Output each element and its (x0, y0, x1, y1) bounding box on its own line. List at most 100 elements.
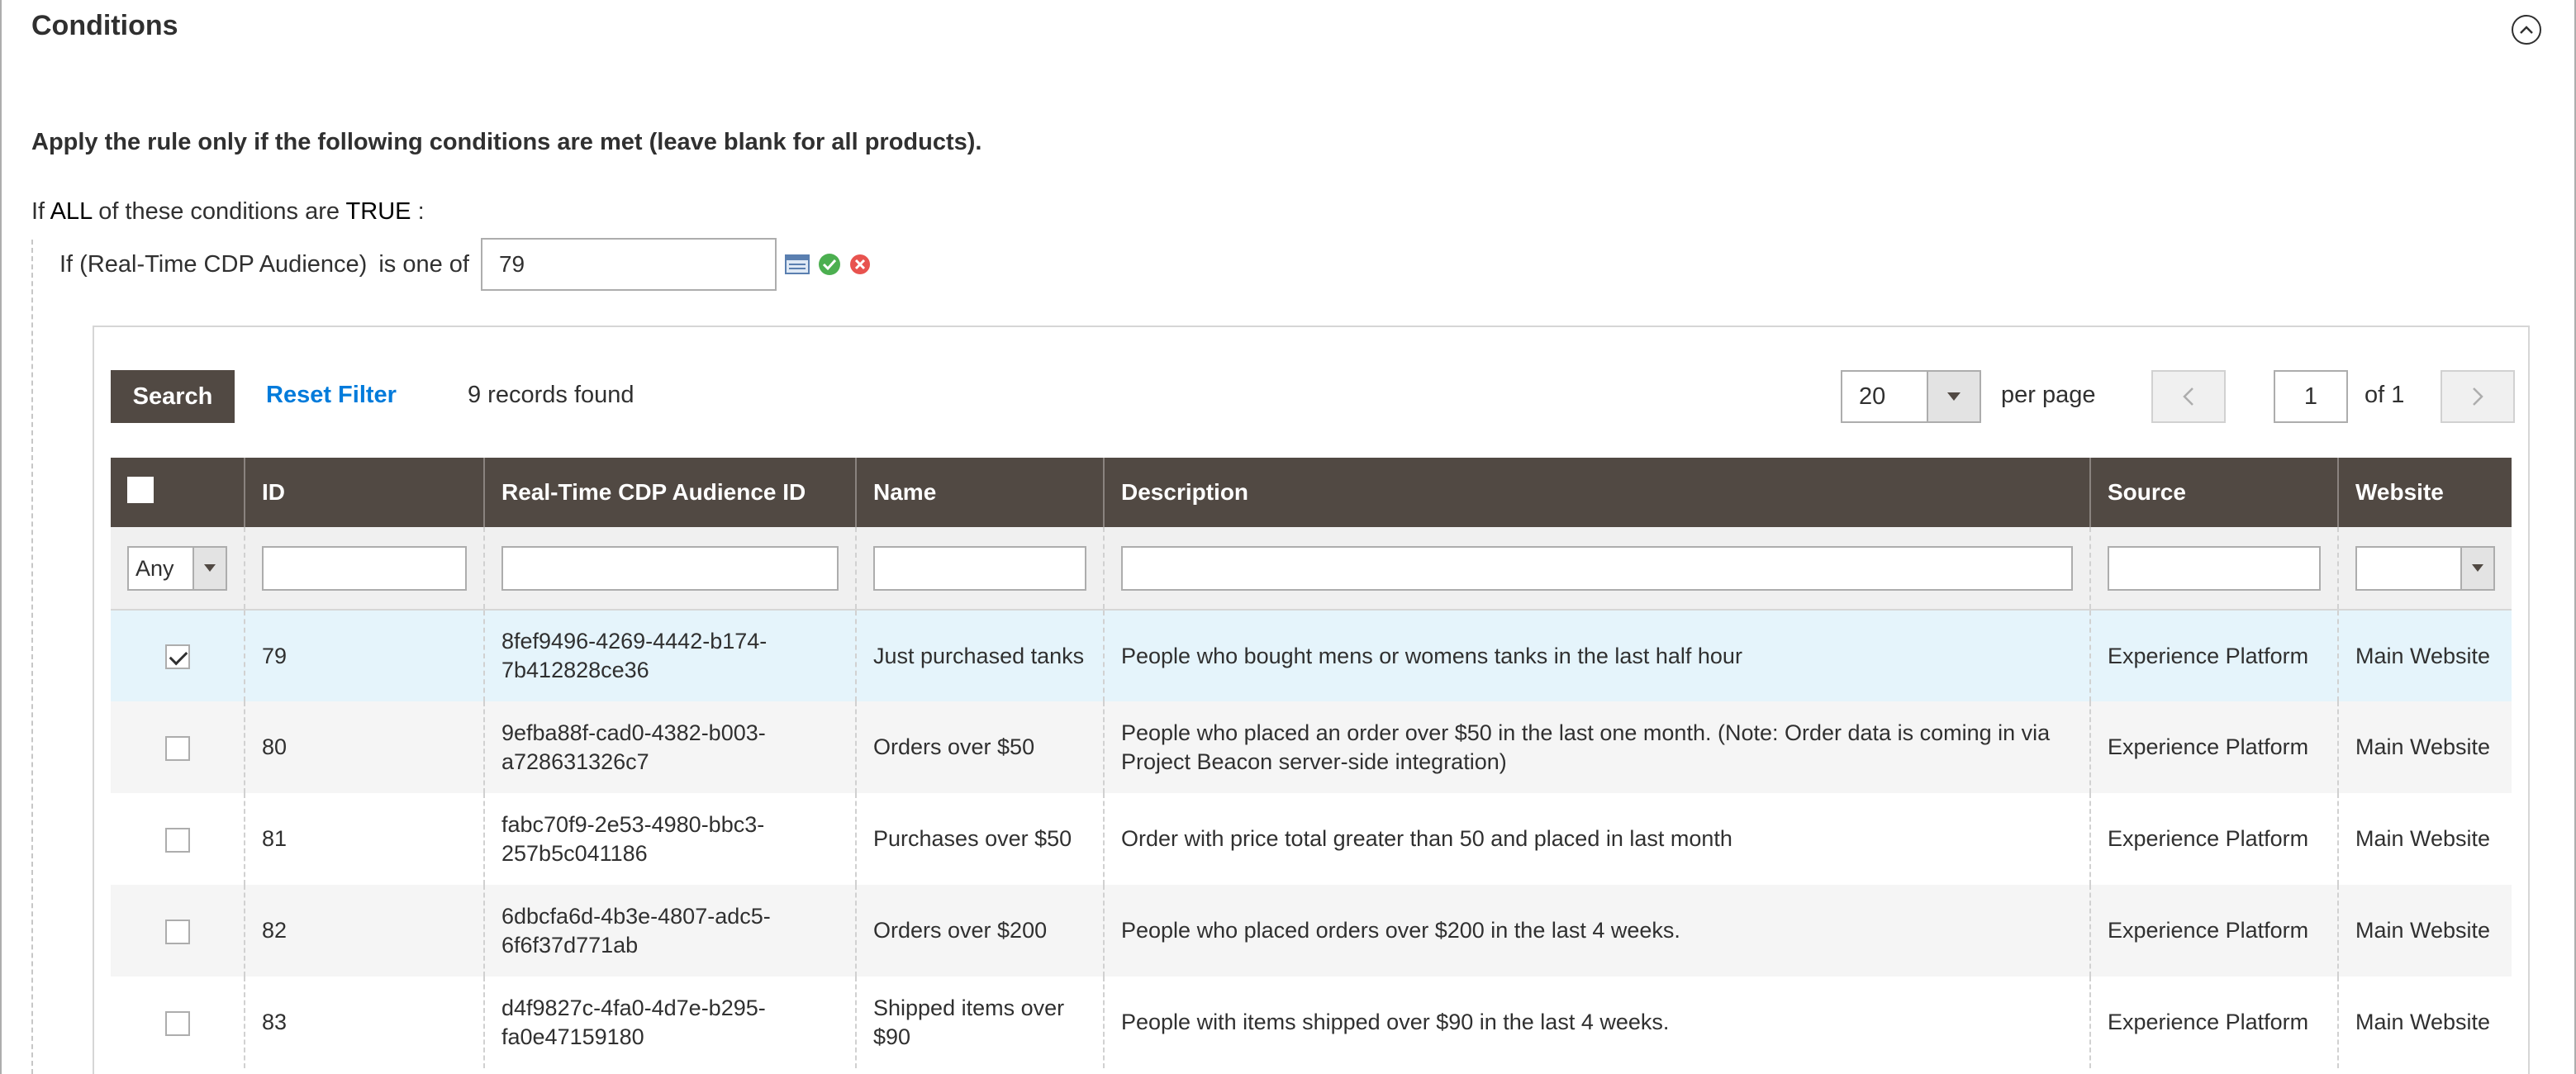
cell-audience-id: 9efba88f-cad0-4382-b003-a728631326c7 (483, 701, 856, 793)
row-checkbox[interactable] (164, 827, 190, 853)
apply-check-icon[interactable] (818, 253, 841, 276)
rule-actions (784, 253, 871, 276)
grid-filter-row: Any (111, 527, 2512, 611)
table-row[interactable]: 82 6dbcfa6d-4b3e-4807-adc5-6f6f37d771ab … (111, 885, 2512, 977)
dropdown-arrow-icon (192, 547, 226, 589)
row-checkbox[interactable] (164, 735, 190, 761)
cell-audience-id: 6dbcfa6d-4b3e-4807-adc5-6f6f37d771ab (483, 885, 856, 977)
description-filter-input[interactable] (1121, 545, 2073, 591)
in-grid-filter-value: Any (135, 555, 174, 581)
chevron-right-icon (2473, 387, 2483, 406)
header-website[interactable]: Website (2337, 458, 2512, 527)
cell-id: 80 (244, 701, 484, 793)
condition-prefix: If (31, 198, 45, 225)
cell-id: 81 (244, 793, 484, 885)
row-select-cell (111, 885, 245, 977)
cell-name: Shipped items over $90 (855, 977, 1104, 1068)
cell-id: 83 (244, 977, 484, 1068)
grid-header-row: ID Real-Time CDP Audience ID Name Descri… (111, 458, 2512, 527)
cell-audience-id: d4f9827c-4fa0-4d7e-b295-fa0e47159180 (483, 977, 856, 1068)
page-total-label: of 1 (2365, 382, 2405, 408)
filter-id-cell (244, 527, 484, 611)
table-row[interactable]: 83 d4f9827c-4fa0-4d7e-b295-fa0e47159180 … (111, 977, 2512, 1068)
filter-source-cell (2089, 527, 2338, 611)
cell-source: Experience Platform (2089, 793, 2338, 885)
cell-source: Experience Platform (2089, 610, 2338, 701)
cell-name: Just purchased tanks (855, 610, 1104, 701)
cell-website: Main Website (2337, 885, 2512, 977)
row-checkbox[interactable] (164, 644, 190, 670)
condition-aggregator-line: If ALL of these conditions are TRUE : (31, 198, 425, 226)
row-select-cell (111, 793, 245, 885)
cell-website: Main Website (2337, 793, 2512, 885)
cell-description: People who placed orders over $200 in th… (1103, 885, 2090, 977)
per-page-label: per page (2001, 382, 2096, 408)
in-grid-filter-select[interactable]: Any (127, 545, 227, 591)
row-select-cell (111, 977, 245, 1068)
aggregator-value-selector[interactable]: TRUE (346, 198, 411, 225)
filter-website-cell (2337, 527, 2512, 611)
audience-id-filter-input[interactable] (501, 545, 839, 591)
reset-filter-link[interactable]: Reset Filter (266, 382, 397, 409)
rule-operator-label[interactable]: is one of (378, 251, 469, 278)
records-found-count: 9 records found (468, 382, 634, 408)
table-row[interactable]: 81 fabc70f9-2e53-4980-bbc3-257b5c041186 … (111, 793, 2512, 885)
row-select-cell (111, 701, 245, 793)
row-select-cell (111, 610, 245, 701)
cell-id: 82 (244, 885, 484, 977)
rule-value-input[interactable] (480, 238, 777, 291)
audience-grid: ID Real-Time CDP Audience ID Name Descri… (111, 458, 2512, 1068)
open-chooser-icon[interactable] (784, 254, 810, 274)
table-row[interactable]: 80 9efba88f-cad0-4382-b003-a728631326c7 … (111, 701, 2512, 793)
header-id[interactable]: ID (244, 458, 484, 527)
cell-source: Experience Platform (2089, 885, 2338, 977)
cell-id: 79 (244, 610, 484, 701)
page-number-input[interactable] (2274, 370, 2348, 423)
id-filter-input[interactable] (262, 545, 467, 591)
rule-children-dashed-guide (31, 240, 33, 1074)
rule-condition-row: If (Real-Time CDP Audience) is one of (59, 238, 871, 291)
cell-audience-id: 8fef9496-4269-4442-b174-7b412828ce36 (483, 610, 856, 701)
condition-middle-text: of these conditions are (98, 198, 340, 225)
cell-name: Purchases over $50 (855, 793, 1104, 885)
per-page-value: 20 (1859, 383, 1886, 410)
previous-page-button[interactable] (2151, 370, 2226, 423)
collapse-toggle-button[interactable] (2512, 15, 2541, 45)
dropdown-arrow-icon (2460, 547, 2493, 589)
website-filter-select[interactable] (2355, 545, 2495, 591)
condition-suffix: : (417, 198, 425, 225)
cell-source: Experience Platform (2089, 977, 2338, 1068)
cell-description: People with items shipped over $90 in th… (1103, 977, 2090, 1068)
filter-description-cell (1103, 527, 2090, 611)
aggregator-selector[interactable]: ALL (50, 198, 93, 225)
header-source[interactable]: Source (2089, 458, 2338, 527)
cell-source: Experience Platform (2089, 701, 2338, 793)
next-page-button[interactable] (2441, 370, 2515, 423)
cell-description: Order with price total greater than 50 a… (1103, 793, 2090, 885)
header-name[interactable]: Name (855, 458, 1104, 527)
website-filter-value (2357, 548, 2460, 589)
per-page-select[interactable]: 20 (1841, 370, 1981, 423)
header-audience-id[interactable]: Real-Time CDP Audience ID (483, 458, 856, 527)
cell-audience-id: fabc70f9-2e53-4980-bbc3-257b5c041186 (483, 793, 856, 885)
section-title: Conditions (31, 10, 178, 41)
filter-audience-id-cell (483, 527, 856, 611)
filter-in-grid-cell: Any (111, 527, 245, 611)
cell-website: Main Website (2337, 610, 2512, 701)
search-button[interactable]: Search (111, 370, 235, 423)
cell-name: Orders over $50 (855, 701, 1104, 793)
header-description[interactable]: Description (1103, 458, 2090, 527)
header-select-all (111, 458, 245, 527)
cell-website: Main Website (2337, 701, 2512, 793)
cell-description: People who placed an order over $50 in t… (1103, 701, 2090, 793)
table-row[interactable]: 79 8fef9496-4269-4442-b174-7b412828ce36 … (111, 610, 2512, 701)
filter-name-cell (855, 527, 1104, 611)
cell-name: Orders over $200 (855, 885, 1104, 977)
name-filter-input[interactable] (873, 545, 1086, 591)
source-filter-input[interactable] (2108, 545, 2321, 591)
row-checkbox[interactable] (164, 1010, 190, 1036)
select-all-checkbox[interactable] (127, 476, 154, 503)
remove-x-icon[interactable] (849, 254, 871, 275)
row-checkbox[interactable] (164, 919, 190, 944)
rule-attribute-label[interactable]: If (Real-Time CDP Audience) (59, 251, 367, 278)
